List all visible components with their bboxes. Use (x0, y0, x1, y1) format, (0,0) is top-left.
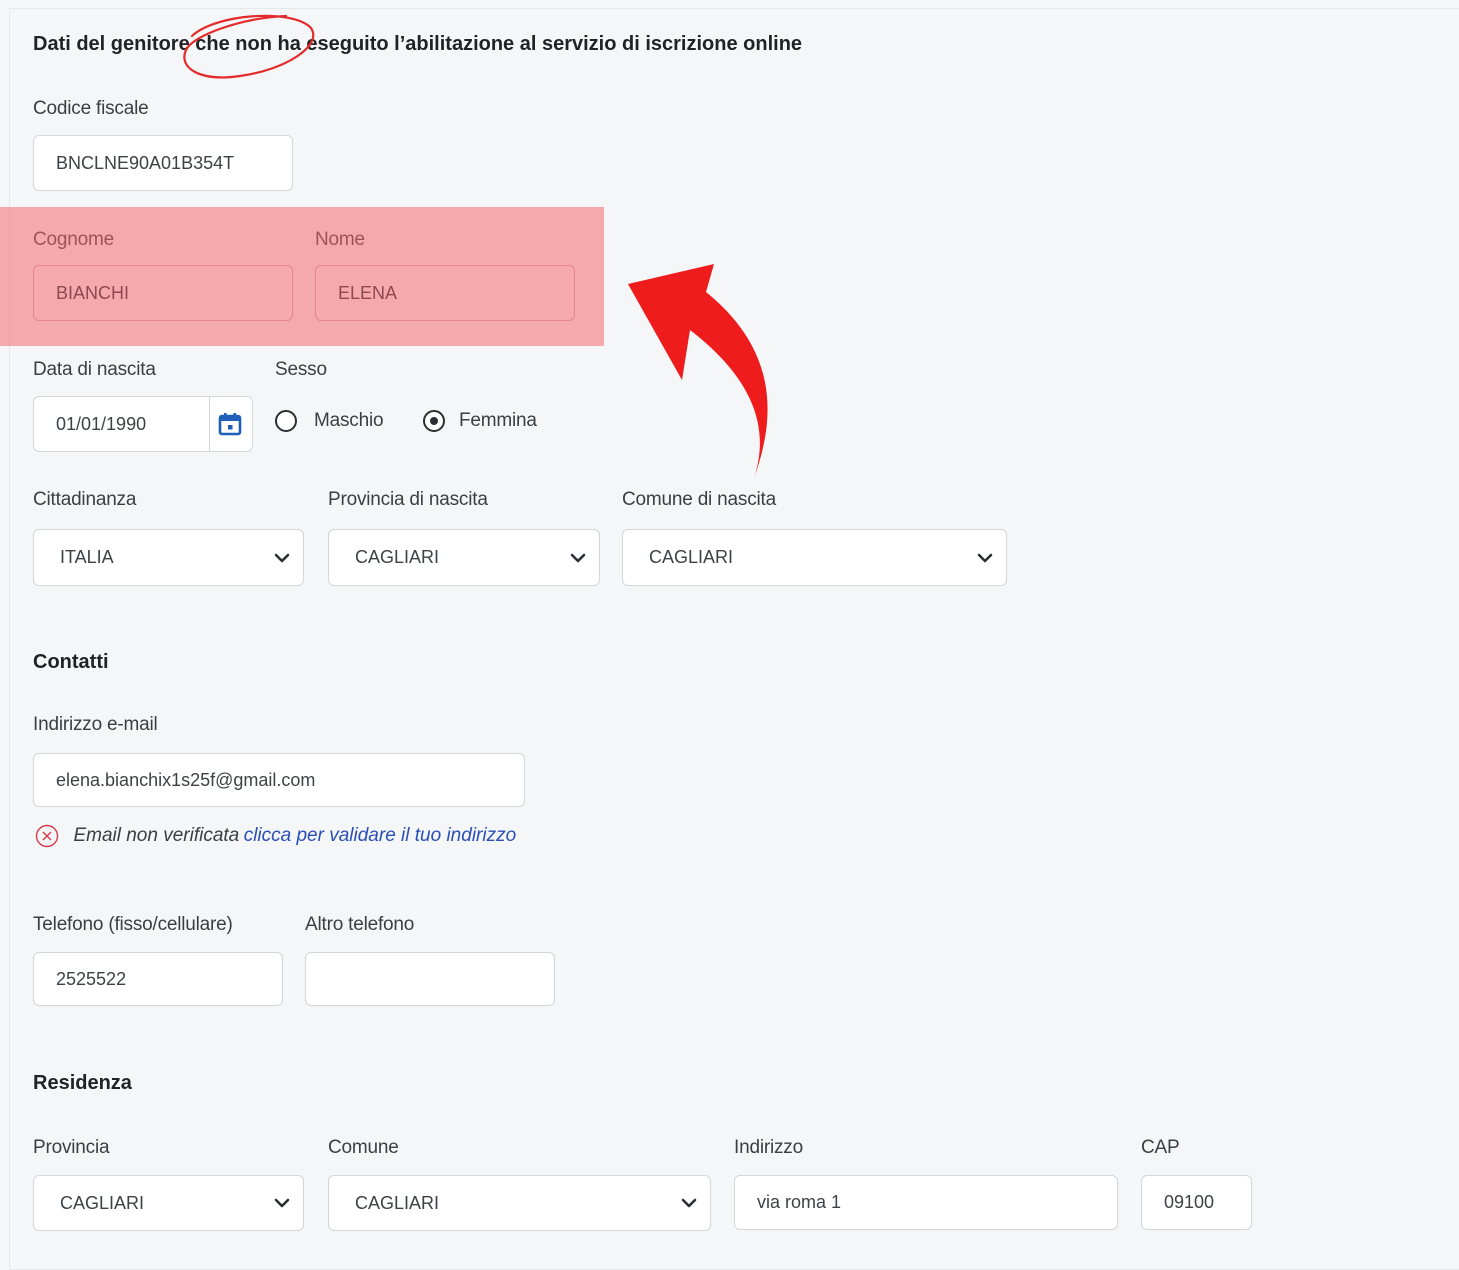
telefono-input[interactable]: 2525522 (33, 952, 283, 1006)
provincia-select[interactable]: CAGLIARI (33, 1175, 304, 1231)
comune-label: Comune (328, 1137, 399, 1158)
error-circle-icon (35, 824, 59, 848)
comune-value: CAGLIARI (355, 1192, 440, 1213)
indirizzo-label: Indirizzo (734, 1137, 803, 1158)
email-label: Indirizzo e-mail (33, 714, 158, 735)
codice-fiscale-input[interactable]: BNCLNE90A01B354T (33, 135, 293, 191)
telefono-value: 2525522 (56, 968, 127, 989)
sesso-label: Sesso (275, 359, 327, 380)
form-panel (9, 8, 1459, 1270)
email-error-row: Email non verificata clicca per validare… (35, 824, 516, 848)
comune-nascita-select[interactable]: CAGLIARI (622, 529, 1007, 586)
cap-input[interactable]: 09100 (1141, 1175, 1252, 1230)
altro-telefono-input[interactable] (305, 952, 555, 1006)
validate-email-link[interactable]: clicca per validare il tuo indirizzo (244, 825, 516, 846)
provincia-nascita-value: CAGLIARI (355, 547, 440, 567)
provincia-label: Provincia (33, 1137, 110, 1158)
cognome-label: Cognome (33, 229, 114, 250)
provincia-value: CAGLIARI (60, 1192, 145, 1213)
cognome-input[interactable]: BIANCHI (33, 265, 293, 321)
radio-maschio-label[interactable]: Maschio (314, 410, 384, 432)
cittadinanza-label: Cittadinanza (33, 489, 137, 510)
radio-maschio[interactable] (275, 410, 297, 432)
calendar-icon[interactable] (217, 411, 243, 437)
chevron-down-icon (977, 553, 993, 562)
nome-input[interactable]: ELENA (315, 265, 575, 321)
provincia-nascita-label: Provincia di nascita (328, 489, 488, 510)
contatti-title: Contatti (33, 651, 109, 673)
comune-nascita-value: CAGLIARI (649, 547, 734, 567)
comune-nascita-label: Comune di nascita (622, 489, 776, 510)
residenza-title: Residenza (33, 1072, 132, 1094)
email-input[interactable]: elena.bianchix1s25f@gmail.com (33, 753, 525, 807)
codice-fiscale-label: Codice fiscale (33, 98, 149, 119)
cap-value: 09100 (1164, 1192, 1215, 1212)
chevron-down-icon (681, 1198, 697, 1208)
data-nascita-input[interactable]: 01/01/1990 (33, 396, 253, 452)
parent-section-title: Dati del genitore che non ha eseguito l’… (33, 33, 803, 55)
radio-femmina[interactable] (423, 410, 445, 432)
indirizzo-input[interactable]: via roma 1 (734, 1175, 1118, 1230)
nome-value: ELENA (338, 282, 398, 303)
email-value: elena.bianchix1s25f@gmail.com (56, 769, 316, 790)
data-nascita-label: Data di nascita (33, 359, 156, 380)
comune-select[interactable]: CAGLIARI (328, 1175, 711, 1231)
date-divider (209, 397, 210, 451)
chevron-down-icon (570, 553, 586, 562)
radio-femmina-label[interactable]: Femmina (459, 410, 537, 432)
cittadinanza-select[interactable]: ITALIA (33, 529, 304, 586)
altro-telefono-label: Altro telefono (305, 914, 415, 935)
data-nascita-value: 01/01/1990 (56, 413, 147, 434)
chevron-down-icon (274, 1198, 290, 1208)
telefono-label: Telefono (fisso/cellulare) (33, 914, 233, 935)
provincia-nascita-select[interactable]: CAGLIARI (328, 529, 600, 586)
cognome-value: BIANCHI (56, 282, 130, 303)
email-status-message: Email non verificata (73, 825, 240, 846)
codice-fiscale-value: BNCLNE90A01B354T (56, 152, 235, 173)
nome-label: Nome (315, 229, 365, 250)
chevron-down-icon (274, 553, 290, 562)
cittadinanza-value: ITALIA (60, 547, 114, 567)
indirizzo-value: via roma 1 (757, 1192, 842, 1212)
cap-label: CAP (1141, 1137, 1180, 1158)
